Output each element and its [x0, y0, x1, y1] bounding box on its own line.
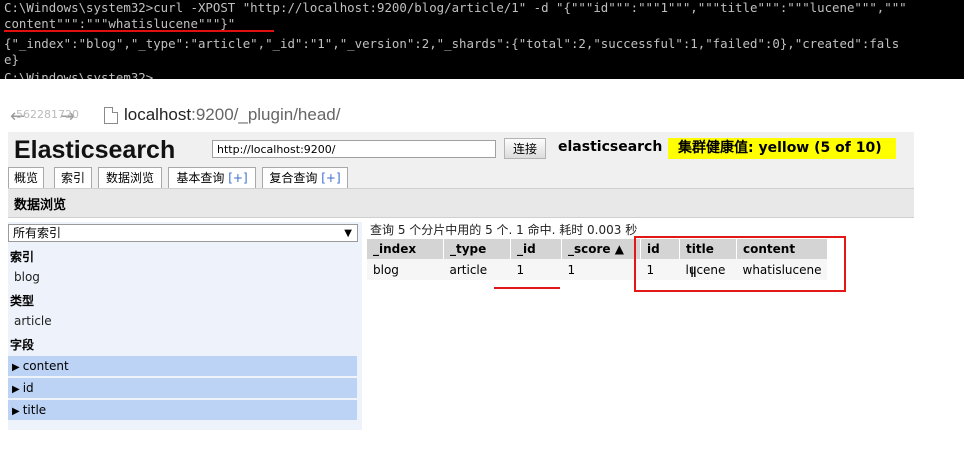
browser-sidebar: 所有索引 ▼ 索引 blog 类型 article 字段 ▶ content ▶ i… [8, 222, 362, 430]
tab-indices[interactable]: 索引 [54, 167, 92, 188]
tab-compound-query[interactable]: 复合查询 [+] [262, 167, 348, 188]
expand-triangle-icon: ▶ [12, 362, 20, 373]
url-host: localhost [124, 105, 192, 124]
column-header-type[interactable]: _type [443, 239, 511, 259]
console-line-response-cont: e} [4, 52, 19, 67]
index-select-value: 所有索引 [13, 226, 62, 240]
url-field[interactable]: localhost:9200/_plugin/head/ [124, 105, 340, 125]
text-cursor-icon: Ⅱ [690, 265, 697, 281]
field-item-id[interactable]: ▶ id [8, 378, 357, 398]
expand-triangle-icon: ▶ [12, 406, 20, 417]
browser-window: ← → 562281720 localhost:9200/_plugin/hea… [0, 98, 974, 451]
index-heading: 索引 [10, 250, 35, 264]
tab-basic-query-label: 基本查询 [176, 171, 229, 185]
command-red-underline [4, 30, 274, 32]
tab-browser[interactable]: 数据浏览 [98, 167, 162, 188]
query-summary: 查询 5 个分片中用的 5 个. 1 命中. 耗时 0.003 秒 [370, 223, 638, 237]
console-line-command: C:\Windows\system32>curl -XPOST "http://… [4, 0, 907, 15]
cell-id-meta: 1 [510, 259, 562, 280]
column-header-index[interactable]: _index [367, 239, 444, 259]
tab-overview[interactable]: 概览 [8, 167, 44, 188]
type-heading: 类型 [10, 294, 35, 308]
command-prompt-window: C:\Windows\system32>curl -XPOST "http://… [0, 0, 964, 79]
cluster-health-badge: 集群健康值: yellow (5 of 10) [668, 138, 896, 159]
section-title: 数据浏览 [14, 198, 67, 213]
es-header: Elasticsearch http://localhost:9200/ 连接 … [8, 132, 914, 196]
index-select[interactable]: 所有索引 ▼ [8, 224, 358, 242]
expand-triangle-icon: ▶ [12, 384, 20, 395]
overlay-watermark: 562281720 [16, 108, 79, 121]
field-heading: 字段 [10, 338, 35, 352]
tab-compound-query-label: 复合查询 [269, 171, 322, 185]
console-line-response: {"_index":"blog","_type":"article","_id"… [4, 36, 900, 51]
tab-bar: 概览 索引 数据浏览 基本查询 [+] 复合查询 [+] [8, 167, 914, 188]
cell-index: blog [367, 259, 444, 280]
url-path: :9200/_plugin/head/ [191, 105, 341, 124]
connect-button[interactable]: 连接 [504, 138, 546, 159]
column-header-score[interactable]: _score ▲ [561, 239, 641, 259]
cell-type: article [443, 259, 511, 280]
field-item-content[interactable]: ▶ content [8, 356, 357, 376]
page-icon [104, 107, 118, 124]
dropdown-arrow-icon[interactable]: ▼ [344, 225, 352, 242]
address-bar: ← → 562281720 localhost:9200/_plugin/hea… [0, 98, 974, 132]
highlight-box [634, 236, 846, 292]
app-title: Elasticsearch [14, 136, 176, 164]
sidebar-item-blog[interactable]: blog [14, 270, 40, 284]
field-item-title[interactable]: ▶ title [8, 400, 357, 420]
field-label: content [22, 359, 69, 373]
cluster-name: elasticsearch [558, 139, 663, 155]
tab-basic-query[interactable]: 基本查询 [+] [168, 167, 256, 188]
tab-compound-query-plus[interactable]: [+] [321, 171, 340, 185]
section-header: 数据浏览 [8, 188, 914, 218]
field-label: title [22, 403, 47, 417]
column-header-id-meta[interactable]: _id [510, 239, 562, 259]
console-line-prompt: C:\Windows\system32> [4, 70, 154, 79]
tab-indices-label: 索引 [60, 171, 85, 185]
tab-overview-label: 概览 [13, 171, 38, 185]
sidebar-item-article[interactable]: article [14, 314, 52, 328]
tab-browser-label: 数据浏览 [105, 171, 154, 185]
tab-basic-query-plus[interactable]: [+] [228, 171, 247, 185]
cell-score: 1 [561, 259, 641, 280]
highlight-underline [494, 287, 560, 289]
field-label: id [22, 381, 34, 395]
connect-url-input[interactable]: http://localhost:9200/ [212, 140, 496, 158]
